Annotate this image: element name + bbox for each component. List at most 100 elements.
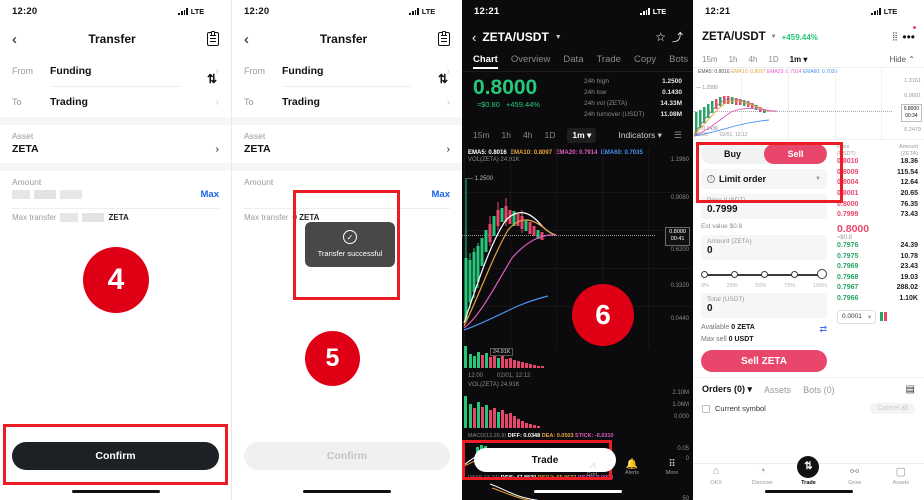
document-icon[interactable]: [437, 30, 450, 46]
to-row[interactable]: To Trading ›: [0, 87, 231, 117]
est-value: Est value $0.8: [701, 223, 743, 230]
trade-header: ZETA/USDT ▼ +459.44% ⦙⦙ •••: [693, 22, 924, 52]
status-time: 12:20: [244, 5, 270, 17]
page-title: Transfer: [88, 32, 136, 46]
status-bar: 12:21 LTE 76: [693, 0, 924, 22]
tab-bots[interactable]: Bots (0): [803, 385, 835, 395]
timeframe-1d[interactable]: 1D: [544, 130, 555, 140]
timeframe-15m[interactable]: 15m: [473, 130, 490, 140]
nav-grow[interactable]: ⚯ Grow: [835, 465, 875, 486]
asset-row[interactable]: ZETA ›: [0, 141, 231, 163]
timeframe-1h[interactable]: 1h: [729, 55, 738, 64]
max-button[interactable]: Max: [201, 189, 219, 200]
back-icon[interactable]: ‹: [12, 32, 17, 47]
back-icon[interactable]: ‹: [472, 30, 476, 45]
total-input[interactable]: Total (USDT) 0: [701, 293, 827, 318]
max-button[interactable]: Max: [432, 189, 450, 200]
timeframe-15m[interactable]: 15m: [702, 55, 718, 64]
ask-row[interactable]: 0.7999 73.43: [837, 210, 918, 221]
ask-row[interactable]: 0.8009 115.54: [837, 168, 918, 179]
tab-trade[interactable]: Trade: [596, 54, 620, 65]
time-label: 02/01, 12:12: [497, 372, 531, 379]
tab-overview[interactable]: Overview: [511, 54, 551, 65]
from-row[interactable]: From Funding › ⇅: [232, 56, 462, 86]
timeframe-4h[interactable]: 4h: [748, 55, 757, 64]
nav-okx[interactable]: ⌂ OKX: [696, 465, 736, 486]
candlestick-icon[interactable]: ⦙⦙: [892, 31, 897, 44]
ask-row[interactable]: 0.8004 12.64: [837, 178, 918, 189]
price-axis-label: 1.3161: [904, 78, 921, 84]
home-indicator: [764, 489, 853, 493]
back-icon[interactable]: ‹: [244, 32, 249, 47]
status-bar: 12:21 LTE 76: [462, 0, 693, 22]
bid-row[interactable]: 0.7975 10.78: [837, 252, 918, 263]
tab-orders[interactable]: Orders (0) ▾: [702, 384, 752, 395]
ask-row[interactable]: 0.8000 76.35: [837, 200, 918, 211]
pair-title[interactable]: ZETA/USDT: [702, 31, 766, 43]
max-transfer-unit: ZETA: [108, 213, 129, 222]
to-row[interactable]: To Trading ›: [232, 87, 462, 117]
chevron-down-icon[interactable]: ▼: [555, 34, 562, 41]
panel-transfer-step4: 12:20 LTE 76 ‹ Transfer From Funding › ⇅…: [0, 0, 231, 500]
nav-alerts[interactable]: 🔔 Alerts: [619, 459, 645, 478]
timeframe-1m-selected[interactable]: 1m ▾: [790, 55, 808, 64]
ask-row[interactable]: 0.8001 20.65: [837, 189, 918, 200]
timeframe-1h[interactable]: 1h: [502, 130, 511, 140]
timeframe-4h[interactable]: 4h: [523, 130, 532, 140]
bid-row[interactable]: 0.7968 19.03: [837, 273, 918, 284]
stat-value: 1.2500: [662, 78, 682, 85]
network-label: LTE: [652, 6, 667, 16]
timeframe-1d[interactable]: 1D: [768, 55, 778, 64]
asset-label: Asset: [244, 131, 266, 141]
swap-vertical-icon[interactable]: ⇅: [207, 72, 217, 86]
bid-row[interactable]: 0.7976 24.39: [837, 241, 918, 252]
mid-price: 0.8000: [837, 222, 870, 235]
depth-view-icon[interactable]: [880, 312, 888, 322]
asset-row[interactable]: ZETA ›: [232, 141, 462, 163]
transfer-arrows-icon[interactable]: ⇄: [819, 324, 827, 335]
star-icon[interactable]: ☆: [655, 30, 666, 44]
percent-slider[interactable]: [701, 267, 827, 283]
document-icon[interactable]: [206, 30, 219, 46]
nav-grid[interactable]: ⩘ Grid: [579, 459, 605, 478]
tick-label: 25%: [726, 283, 738, 289]
tab-data[interactable]: Data: [563, 54, 583, 65]
nav-more[interactable]: ⠿ More: [659, 459, 685, 478]
bid-row[interactable]: 0.7969 23.43: [837, 262, 918, 273]
amount-input[interactable]: [12, 190, 82, 199]
indicators-button[interactable]: Indicators ▾: [618, 130, 662, 141]
swap-vertical-icon[interactable]: ⇅: [438, 72, 448, 86]
amount-row[interactable]: Max: [0, 187, 231, 208]
nav-assets[interactable]: ▢ Assets: [881, 465, 921, 486]
ask-row[interactable]: 0.8010 18.36: [837, 157, 918, 168]
chart-header: ‹ ZETA/USDT ▼ ☆ ⤴: [462, 22, 693, 52]
from-row[interactable]: From Funding › ⇅: [0, 56, 231, 86]
more-dots-icon[interactable]: •••: [902, 26, 916, 44]
signal-icon: [640, 7, 650, 15]
bid-row[interactable]: 0.7966 1.10K: [837, 294, 918, 305]
tab-copy[interactable]: Copy: [634, 54, 656, 65]
sell-submit-button[interactable]: Sell ZETA: [701, 350, 827, 372]
order-history-icon[interactable]: ▤: [906, 384, 915, 395]
tick-label: 75%: [784, 283, 796, 289]
hide-chart-button[interactable]: Hide ⌃: [890, 55, 915, 64]
section-divider: [0, 163, 231, 171]
tick-size-select[interactable]: 0.0001 ▾: [837, 309, 877, 324]
nav-discover[interactable]: ◔ Discover: [742, 465, 782, 486]
bid-row[interactable]: 0.7967 288.02: [837, 283, 918, 294]
from-label: From: [12, 66, 33, 76]
amount-input[interactable]: Amount (ZETA) 0: [701, 235, 827, 260]
amount-label: Amount: [12, 177, 42, 187]
confirm-button[interactable]: Confirm: [12, 442, 219, 470]
tab-assets[interactable]: Assets: [764, 385, 791, 395]
current-symbol-checkbox[interactable]: [702, 404, 710, 413]
mini-price-chart[interactable]: EMA5: EMA5: 0.8016 EMA10: 0.8097 EMA20: …: [693, 68, 924, 140]
chevron-down-icon[interactable]: ▼: [771, 34, 777, 40]
share-icon[interactable]: ⤴: [672, 29, 683, 45]
nav-trade[interactable]: ⇅ Trade: [788, 456, 828, 486]
tab-bots[interactable]: Bots: [669, 54, 688, 65]
timeframe-1m-selected[interactable]: 1m ▾: [567, 127, 597, 143]
signal-icon: [409, 7, 419, 15]
tab-chart[interactable]: Chart: [473, 54, 498, 69]
chart-settings-icon[interactable]: ☰: [674, 130, 682, 141]
